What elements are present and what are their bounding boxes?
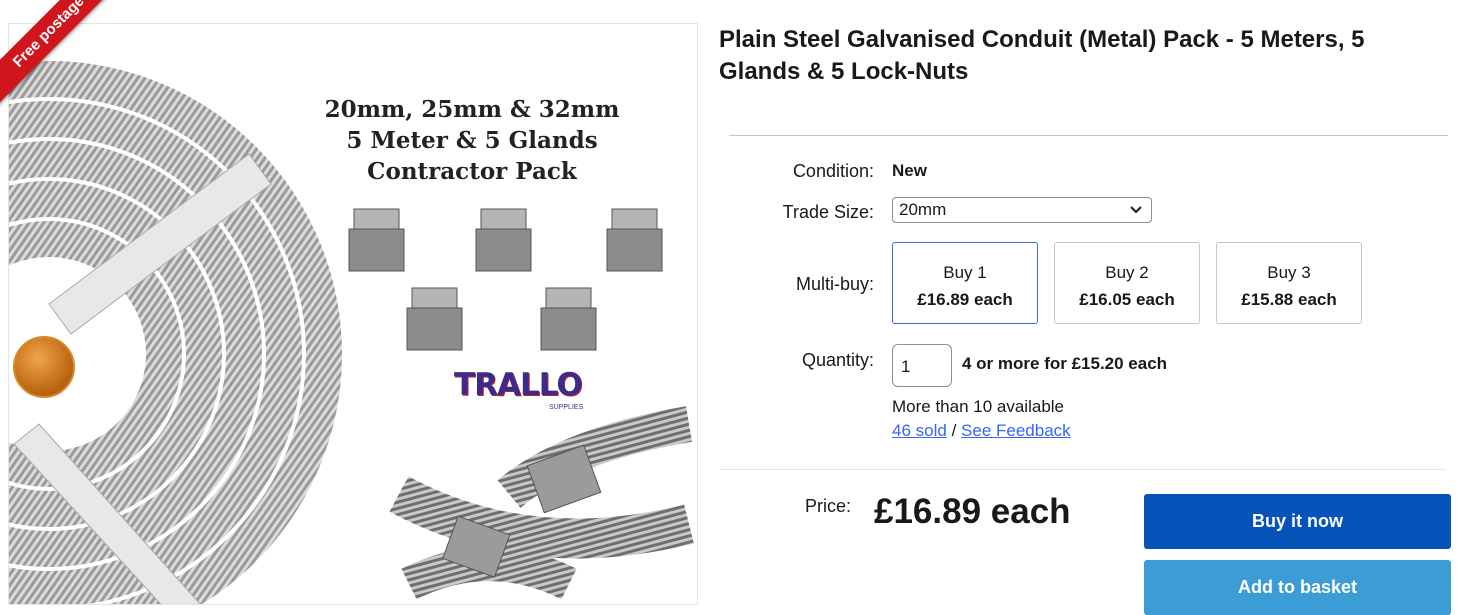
- trade-size-value: 20mm: [899, 200, 947, 219]
- multibuy-price: £16.05 each: [1079, 290, 1175, 309]
- quantity-deal-text: 4 or more for £15.20 each: [962, 354, 1168, 373]
- buy-it-now-button[interactable]: Buy it now: [1144, 494, 1451, 549]
- quality-seal-icon: [13, 336, 75, 398]
- multibuy-label: Multi-buy:: [795, 274, 874, 294]
- headline-line-3: Contractor Pack: [367, 158, 577, 185]
- sold-feedback-links: 46 sold / See Feedback: [892, 421, 1071, 441]
- sold-count-link[interactable]: 46 sold: [892, 421, 947, 440]
- free-postage-label: Free postage: [0, 0, 127, 110]
- product-title: Plain Steel Galvanised Conduit (Metal) P…: [719, 26, 1365, 85]
- brand-logo: TRALLO: [454, 367, 583, 403]
- divider: [729, 135, 1448, 136]
- multibuy-price: £16.89 each: [917, 290, 1013, 309]
- price-value: £16.89 each: [874, 492, 1071, 531]
- multibuy-qty: Buy 1: [943, 263, 987, 282]
- free-postage-ribbon: Free postage: [0, 0, 152, 137]
- condition-value: New: [892, 161, 927, 180]
- headline-line-1: 20mm, 25mm & 32mm: [324, 96, 620, 123]
- quantity-input[interactable]: 1: [892, 344, 952, 387]
- price-label: Price:: [805, 496, 852, 516]
- chevron-down-icon: [1130, 206, 1142, 214]
- see-feedback-link[interactable]: See Feedback: [961, 421, 1071, 440]
- quantity-label: Quantity:: [801, 350, 874, 370]
- add-to-basket-button[interactable]: Add to basket: [1144, 560, 1451, 615]
- brand-logo-subtext: SUPPLIES: [549, 404, 584, 411]
- condition-label: Condition:: [792, 161, 874, 181]
- multibuy-qty: Buy 3: [1267, 263, 1311, 282]
- link-separator: /: [951, 421, 957, 440]
- multibuy-qty: Buy 2: [1105, 263, 1149, 282]
- trade-size-select[interactable]: 20mm: [892, 197, 1152, 223]
- multibuy-option-2[interactable]: Buy 2 £16.05 each: [1054, 242, 1200, 324]
- multibuy-option-1[interactable]: Buy 1 £16.89 each: [892, 242, 1038, 324]
- divider: [720, 469, 1446, 470]
- image-headline: 20mm, 25mm & 32mm 5 Meter & 5 Glands Con…: [297, 94, 647, 187]
- multibuy-price: £15.88 each: [1241, 290, 1337, 309]
- trade-size-label: Trade Size:: [782, 202, 874, 222]
- availability-text: More than 10 available: [892, 397, 1065, 416]
- headline-line-2: 5 Meter & 5 Glands: [346, 127, 598, 154]
- multibuy-option-3[interactable]: Buy 3 £15.88 each: [1216, 242, 1362, 324]
